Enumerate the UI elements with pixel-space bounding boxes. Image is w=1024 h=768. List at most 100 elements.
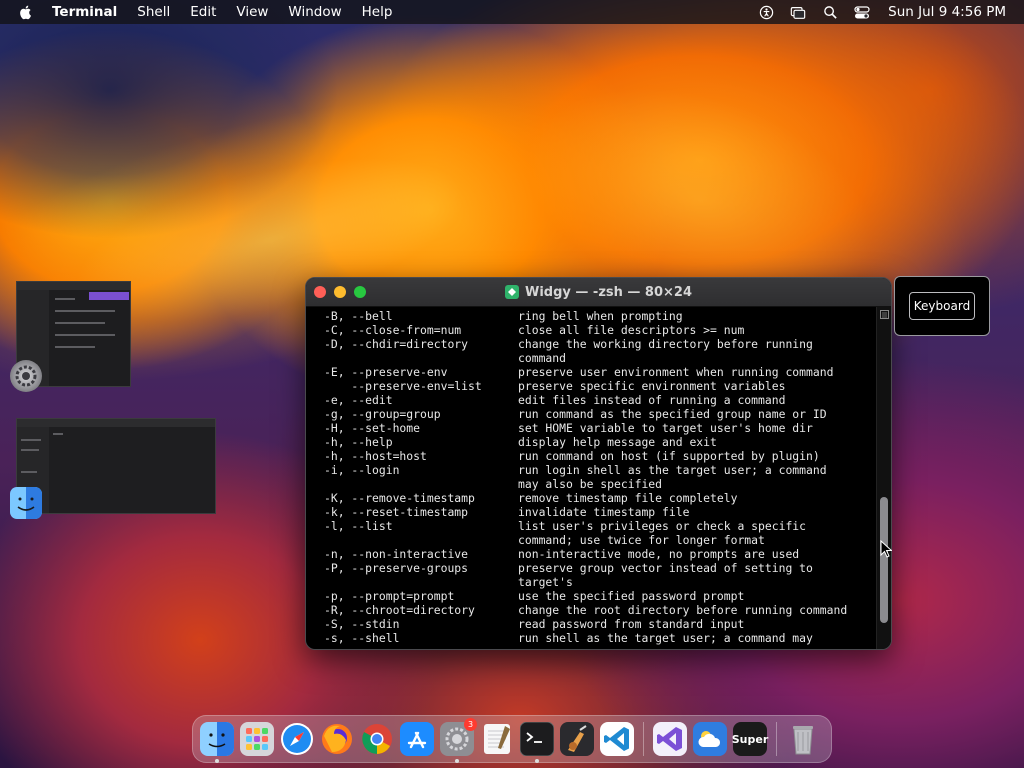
menu-help[interactable]: Help [362,4,393,20]
dock-system-settings-icon[interactable]: 3 [440,718,477,763]
window-title-bar[interactable]: Widgy — -zsh — 80×24 [306,278,891,307]
option-flag: -e, --edit [324,393,393,407]
super-app-label: Super [731,732,769,746]
terminal-output[interactable]: -B, --bell ring bell when prompting -C, --… [306,307,877,649]
option-description: run shell as the target user; a command … [518,631,813,645]
terminal-line: -g, --group=group run command as the spec… [306,407,877,421]
window-close-button[interactable] [314,286,326,298]
dock-launchpad-icon[interactable] [240,722,274,756]
folder-proxy-icon[interactable] [504,285,519,299]
option-description: remove timestamp file completely [518,491,738,505]
dock-weather-icon[interactable] [693,722,727,756]
option-flag: -p, --prompt=prompt [324,589,455,603]
terminal-line: -P, --preserve-groups preserve group vect… [306,561,877,575]
option-description: use the specified password prompt [518,589,745,603]
finder-app-icon[interactable] [10,487,42,519]
terminal-line: -H, --set-home set HOME variable to targe… [306,421,877,435]
option-flag: -C, --close-from=num [324,323,462,337]
dock-app-store-icon[interactable] [400,722,434,756]
stage-manager-thumbnail-finder[interactable] [16,418,216,514]
dock: 3 Super [192,715,832,763]
menu-shell[interactable]: Shell [137,4,170,20]
terminal-window: Widgy — -zsh — 80×24 -B, --bell ring bell… [305,277,892,650]
option-flag: -D, --chdir=directory [324,337,469,351]
screen-mirroring-icon[interactable] [790,4,806,20]
terminal-line: -k, --reset-timestamp invalidate timestam… [306,505,877,519]
option-flag: -K, --remove-timestamp [324,491,475,505]
menu-bar: Terminal Shell Edit View Window Help Sun… [0,0,1024,24]
option-flag: -R, --chroot=directory [324,603,475,617]
dock-instruments-icon[interactable] [560,722,594,756]
option-description: list user's privileges or check a specif… [518,519,807,533]
spotlight-search-icon[interactable] [822,4,838,20]
option-description: change the working directory before runn… [518,337,813,351]
dock-trash-icon[interactable] [786,722,820,756]
notification-badge: 3 [464,718,477,731]
control-center-icon[interactable] [854,4,870,20]
terminal-line: -l, --list list user's privileges or chec… [306,519,877,533]
window-zoom-button[interactable] [354,286,366,298]
option-description: run login shell as the target user; a co… [518,463,827,477]
terminal-line: may also be specified [306,477,877,491]
option-flag: -h, --help [324,435,393,449]
dock-super-icon[interactable]: Super [731,722,769,756]
option-flag [306,533,518,547]
terminal-scrollbar[interactable] [876,307,891,649]
option-flag: -l, --list [324,519,393,533]
terminal-line: -C, --close-from=num close all file descr… [306,323,877,337]
dock-separator [776,722,777,756]
mouse-cursor-icon [880,540,892,558]
keyboard-button[interactable]: Keyboard [909,292,975,320]
terminal-line: -h, --host=host run command on host (if s… [306,449,877,463]
dock-visual-studio-icon[interactable] [653,722,687,756]
terminal-line: -s, --shell run shell as the target user;… [306,631,877,645]
terminal-line: -e, --edit edit files instead of running … [306,393,877,407]
window-minimize-button[interactable] [334,286,346,298]
terminal-line: -R, --chroot=directory change the root di… [306,603,877,617]
option-description: read password from standard input [518,617,745,631]
terminal-line: -i, --login run login shell as the target… [306,463,877,477]
terminal-line: -h, --help display help message and exit [306,435,877,449]
system-settings-app-icon[interactable] [10,360,42,392]
option-description: non-interactive mode, no prompts are use… [518,547,800,561]
terminal-line: command [306,351,877,365]
dock-safari-icon[interactable] [280,722,314,756]
terminal-line: -E, --preserve-env preserve user environm… [306,365,877,379]
running-indicator [535,759,539,763]
option-flag [306,575,518,589]
option-description: preserve user environment when running c… [518,365,834,379]
menu-view[interactable]: View [236,4,268,20]
option-flag: -B, --bell [324,309,393,323]
accessibility-status-icon[interactable] [758,4,774,20]
scrollbar-thumb[interactable] [880,497,888,623]
menu-window[interactable]: Window [288,4,341,20]
option-description: run command on host (if supported by plu… [518,449,820,463]
terminal-line: -B, --bell ring bell when prompting [306,309,877,323]
terminal-line: --preserve-env=list preserve specific env… [306,379,877,393]
running-indicator [455,759,459,763]
apple-menu-icon[interactable] [18,4,34,20]
menu-app-name[interactable]: Terminal [52,4,117,20]
dock-terminal-icon[interactable] [520,722,554,763]
option-description: preserve specific environment variables [518,379,786,393]
menu-bar-clock[interactable]: Sun Jul 9 4:56 PM [888,4,1006,20]
dock-textedit-icon[interactable] [480,722,514,756]
dock-firefox-icon[interactable] [320,722,354,756]
scroll-marker-icon [880,310,889,319]
dock-separator [643,722,644,756]
terminal-line: -S, --stdin read password from standard i… [306,617,877,631]
option-description: preserve group vector instead of setting… [518,561,813,575]
option-description: command; use twice for longer format [518,533,765,547]
option-flag: -S, --stdin [324,617,400,631]
terminal-line: -p, --prompt=prompt use the specified pas… [306,589,877,603]
dock-finder-icon[interactable] [200,722,234,763]
terminal-line: target's [306,575,877,589]
dock-vscode-icon[interactable] [600,722,634,756]
option-description: close all file descriptors >= num [518,323,745,337]
option-flag: -E, --preserve-env [324,365,448,379]
terminal-line: -K, --remove-timestamp remove timestamp f… [306,491,877,505]
menu-edit[interactable]: Edit [190,4,216,20]
keyboard-viewer-panel: Keyboard [894,276,990,336]
dock-chrome-icon[interactable] [360,722,394,756]
option-flag: -H, --set-home [324,421,421,435]
